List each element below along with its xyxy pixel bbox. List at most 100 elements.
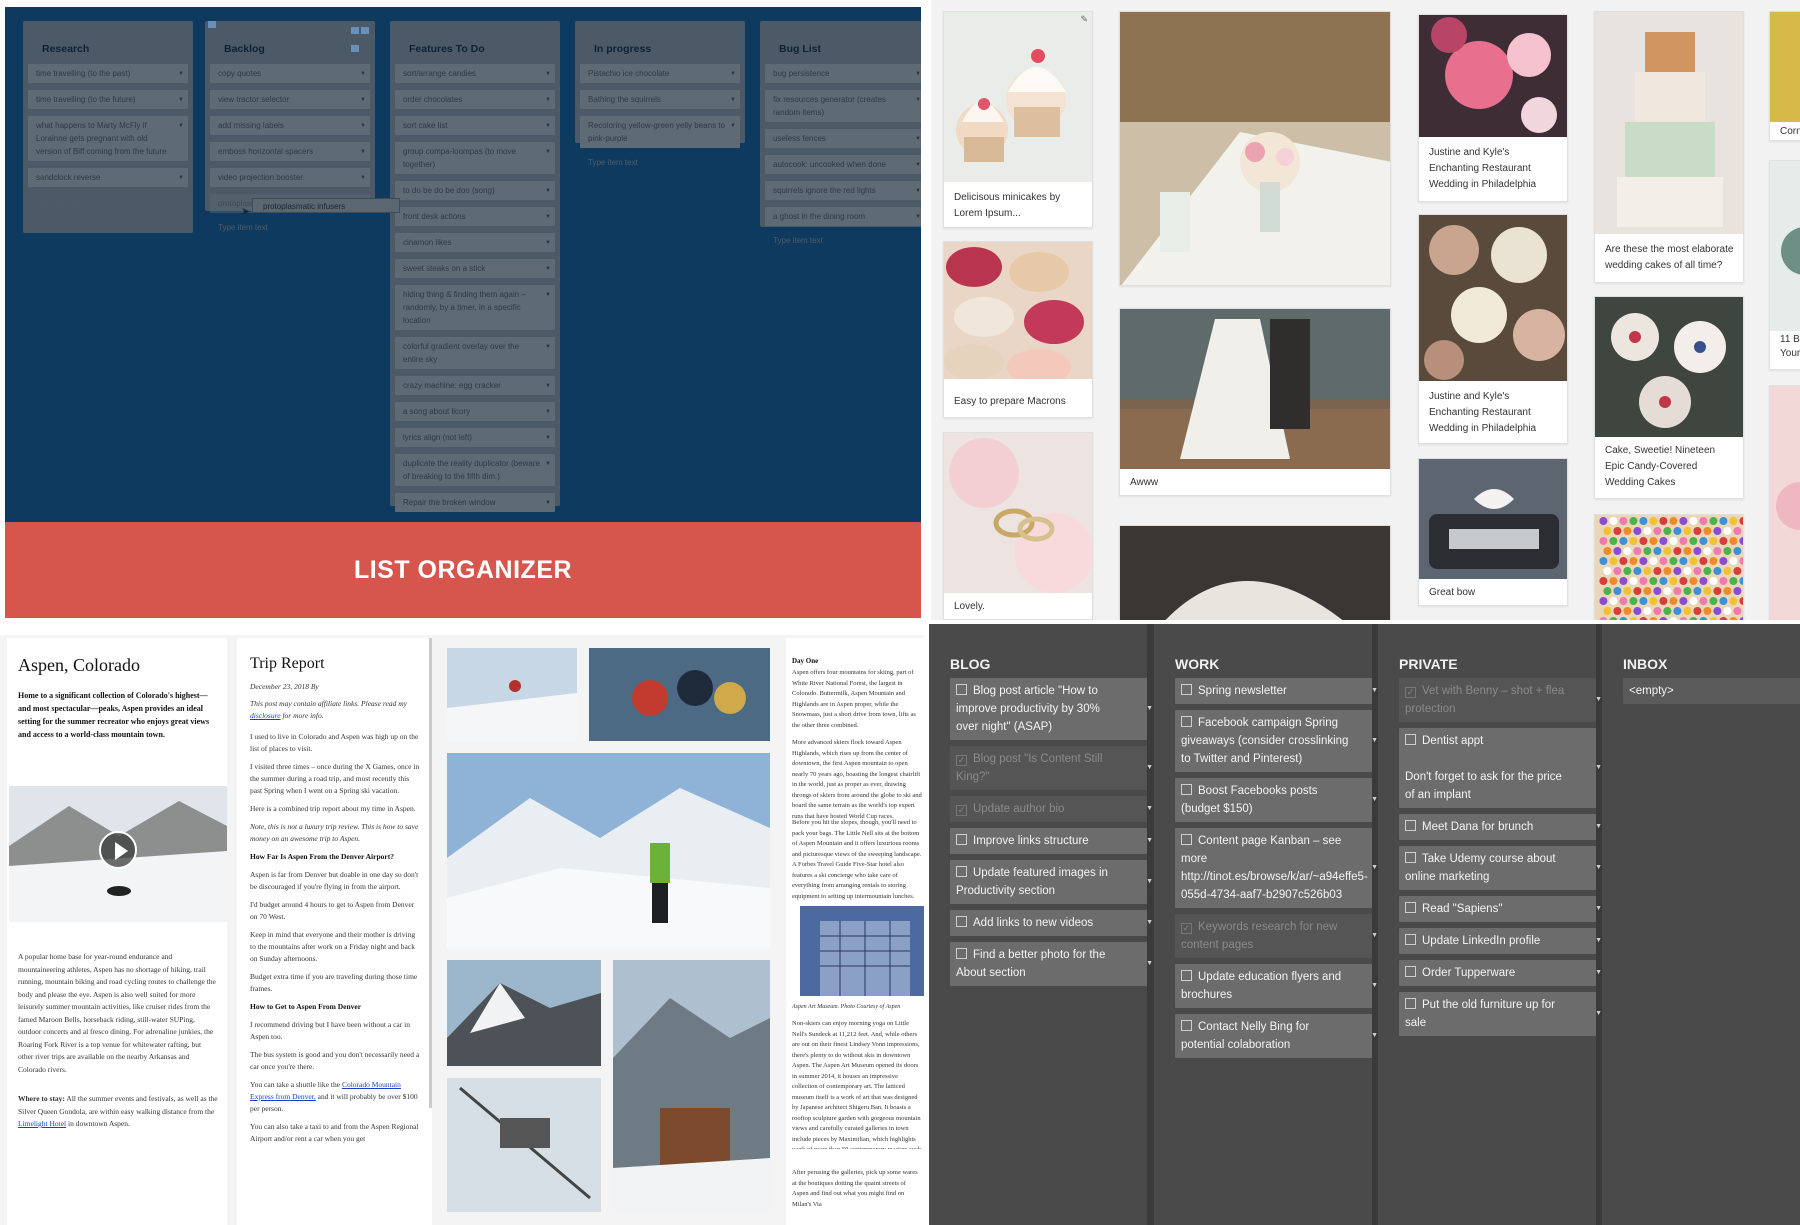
card-menu-icon[interactable]: ▼ (545, 146, 551, 159)
pin-icon[interactable]: ✎ (1080, 14, 1088, 25)
task-card[interactable]: Take Udemy course about online marketing… (1399, 846, 1602, 890)
list-card[interactable]: time travelling (to the future) ▼ (28, 90, 188, 109)
card-menu-icon[interactable]: ▼ (1595, 900, 1602, 918)
task-card[interactable]: Read "Sapiens" ▼ (1399, 896, 1602, 922)
checkbox[interactable] (1181, 970, 1192, 981)
card-menu-icon[interactable]: ▼ (360, 94, 366, 107)
list-card[interactable]: bug persistence ▼ (765, 64, 921, 83)
list-card[interactable]: a ghost in the dining room ▼ (765, 207, 921, 226)
pin-card[interactable]: Are these the most elaborate wedding cak… (1594, 11, 1744, 283)
play-icon[interactable] (99, 831, 137, 869)
list-card[interactable]: to do be do be doo (song) ▼ (395, 181, 555, 200)
task-card[interactable]: ✓ Blog post "Is Content Still King?" ▼ (950, 746, 1153, 790)
card-menu-icon[interactable]: ▼ (1146, 759, 1153, 777)
card-menu-icon[interactable]: ▼ (1146, 873, 1153, 891)
list-card[interactable]: cinamon likes ▼ (395, 233, 555, 252)
card-menu-icon[interactable]: ▼ (915, 133, 921, 146)
list-card[interactable]: useless fences ▼ (765, 129, 921, 148)
checkbox[interactable] (1181, 784, 1192, 795)
card-menu-icon[interactable]: ▼ (730, 68, 736, 81)
list-card[interactable]: a song about licory ▼ (395, 402, 555, 421)
card-menu-icon[interactable]: ▼ (1371, 732, 1378, 750)
list-card[interactable]: crazy machine: egg cracker ▼ (395, 376, 555, 395)
list-card[interactable]: order chocolates ▼ (395, 90, 555, 109)
card-menu-icon[interactable]: ▼ (545, 120, 551, 133)
checkbox[interactable] (956, 916, 967, 927)
card-menu-icon[interactable]: ▼ (730, 120, 736, 133)
checkbox[interactable] (1405, 734, 1416, 745)
card-menu-icon[interactable]: ▼ (360, 120, 366, 133)
list-card[interactable]: fix resources generator (creates random … (765, 90, 921, 122)
card-menu-icon[interactable]: ▼ (1371, 791, 1378, 809)
checked-checkbox[interactable]: ✓ (956, 755, 967, 766)
card-menu-icon[interactable]: ▼ (915, 68, 921, 81)
card-menu-icon[interactable]: ▼ (1371, 927, 1378, 945)
task-card[interactable]: ✓ Keywords research for new content pages… (1175, 914, 1378, 958)
list-card[interactable]: front desk actions ▼ (395, 207, 555, 226)
card-menu-icon[interactable]: ▼ (1595, 964, 1602, 982)
card-menu-icon[interactable]: ▼ (545, 185, 551, 198)
list-card[interactable]: Repair the broken window ▼ (395, 493, 555, 512)
card-menu-icon[interactable]: ▼ (1146, 700, 1153, 718)
pin-card[interactable]: Justine and Kyle's Enchanting Restaurant… (1418, 14, 1568, 202)
card-menu-icon[interactable]: ▼ (1146, 832, 1153, 850)
ski-video[interactable] (9, 786, 227, 922)
list-card[interactable]: emboss horizontal spacers ▼ (210, 142, 370, 161)
checkbox[interactable] (956, 834, 967, 845)
column-handle-icon[interactable] (208, 21, 216, 28)
checkbox[interactable] (1181, 1020, 1192, 1031)
list-card[interactable]: autocook: uncooked when done ▼ (765, 155, 921, 174)
list-card[interactable]: add missing labels ▼ (210, 116, 370, 135)
list-card[interactable]: sweet steaks on a stick ▼ (395, 259, 555, 278)
list-card[interactable]: Recoloring yellow-green yelly beans to p… (580, 116, 740, 148)
card-menu-icon[interactable]: ▼ (1371, 1027, 1378, 1045)
dragged-card[interactable]: protoplasmatic infusers (252, 198, 400, 213)
card-menu-icon[interactable]: ▼ (545, 406, 551, 419)
checkbox[interactable] (1181, 716, 1192, 727)
card-menu-icon[interactable]: ▼ (178, 68, 184, 81)
add-item-input[interactable]: Type item text (28, 194, 188, 209)
list-card[interactable]: what happens to Marty McFly if Lorainne … (28, 116, 188, 161)
checkbox[interactable] (1405, 966, 1416, 977)
task-card[interactable]: Order Tupperware ▼ (1399, 960, 1602, 986)
task-card[interactable]: Boost Facebooks posts (budget $150) ▼ (1175, 778, 1378, 822)
list-card[interactable]: hiding thing & finding them again – rand… (395, 285, 555, 330)
card-menu-icon[interactable]: ▼ (545, 237, 551, 250)
list-card[interactable]: time travelling (to the past) ▼ (28, 64, 188, 83)
card-menu-icon[interactable]: ▼ (178, 172, 184, 185)
pin-card[interactable] (1769, 385, 1800, 620)
card-menu-icon[interactable]: ▼ (1595, 818, 1602, 836)
checkbox[interactable] (956, 684, 967, 695)
pin-card[interactable] (1594, 514, 1744, 620)
card-menu-icon[interactable]: ▼ (915, 211, 921, 224)
card-menu-icon[interactable]: ▼ (1146, 955, 1153, 973)
card-menu-icon[interactable]: ▼ (1146, 800, 1153, 818)
card-menu-icon[interactable]: ▼ (545, 458, 551, 471)
card-menu-icon[interactable]: ▼ (545, 289, 551, 302)
checkbox[interactable] (956, 948, 967, 959)
list-card[interactable]: colorful gradient overlay over the entir… (395, 337, 555, 369)
pin-card[interactable]: Corn (1769, 11, 1800, 141)
card-menu-icon[interactable]: ▼ (1371, 977, 1378, 995)
task-card[interactable]: Update LinkedIn profile ▼ (1399, 928, 1602, 954)
pin-card[interactable]: 11 Bu Your (1769, 160, 1800, 370)
pin-card[interactable]: ✎ Delicisous minicakes by Lorem Ipsum... (943, 11, 1093, 228)
disclosure-link[interactable]: disclosure (250, 711, 281, 720)
task-card[interactable]: Add links to new videos ▼ (950, 910, 1153, 936)
card-menu-icon[interactable]: ▼ (545, 432, 551, 445)
list-card[interactable]: copy quotes ▼ (210, 64, 370, 83)
checked-checkbox[interactable]: ✓ (956, 805, 967, 816)
task-card[interactable]: Meet Dana for brunch ▼ (1399, 814, 1602, 840)
pin-card[interactable]: Cake, Sweetie! Nineteen Epic Candy-Cover… (1594, 296, 1744, 499)
list-card[interactable]: sandclock reverse ▼ (28, 168, 188, 187)
list-card[interactable]: Bathing the squirrels ▼ (580, 90, 740, 109)
task-card[interactable]: Update featured images in Productivity s… (950, 860, 1153, 904)
pin-card[interactable]: Justine and Kyle's Enchanting Restaurant… (1418, 214, 1568, 444)
list-card[interactable]: view tractor selector ▼ (210, 90, 370, 109)
card-menu-icon[interactable]: ▼ (915, 159, 921, 172)
card-menu-icon[interactable]: ▼ (1371, 859, 1378, 877)
card-menu-icon[interactable]: ▼ (915, 94, 921, 107)
task-card[interactable]: Update education flyers and brochures ▼ (1175, 964, 1378, 1008)
checked-checkbox[interactable]: ✓ (1405, 687, 1416, 698)
add-item-input[interactable]: Type item text (765, 233, 921, 248)
